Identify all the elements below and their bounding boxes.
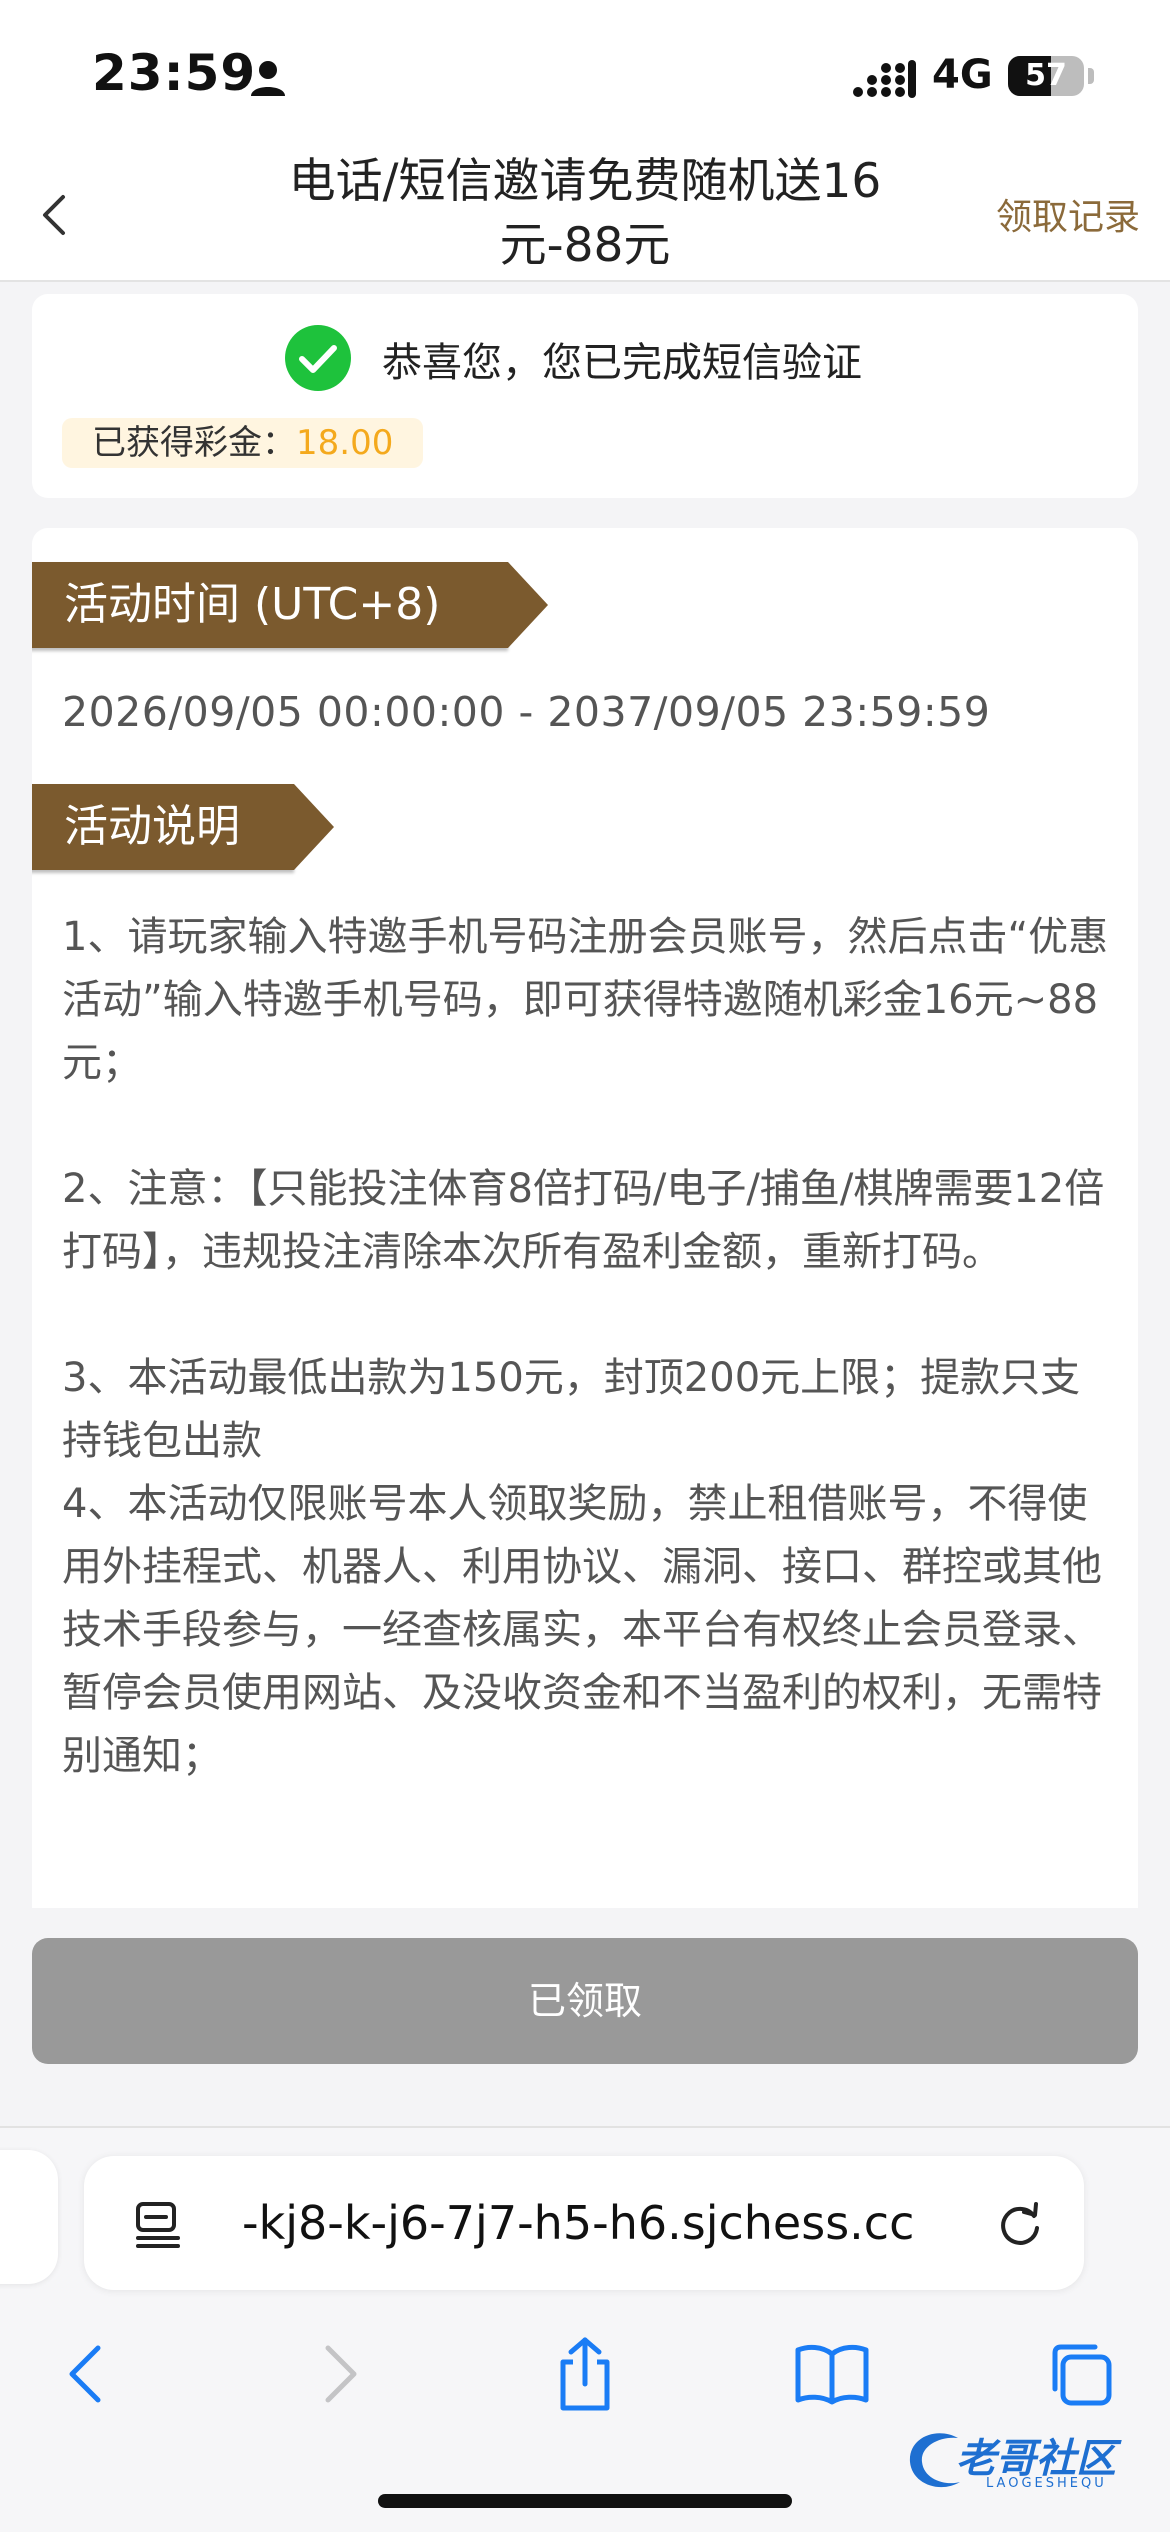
status-bar: 23:59 4G 57 xyxy=(0,0,1170,150)
battery-nub xyxy=(1088,68,1094,84)
status-time: 23:59 xyxy=(92,44,257,102)
url-text[interactable]: -kj8-k-j6-7j7-h5-h6.sjchess.cc xyxy=(242,2196,1042,2250)
chevron-left-icon xyxy=(69,2345,101,2403)
signal-icon xyxy=(853,60,916,98)
person-icon xyxy=(251,61,285,96)
claim-bar: 已领取 xyxy=(0,1908,1170,2128)
verification-card: 恭喜您，您已完成短信验证 已获得彩金：18.00 xyxy=(32,294,1138,498)
claimed-button[interactable]: 已领取 xyxy=(32,1938,1138,2064)
browser-toolbar xyxy=(0,2318,1170,2428)
bonus-badge: 已获得彩金：18.00 xyxy=(62,418,424,468)
browser-forward-button[interactable] xyxy=(300,2334,380,2414)
activity-rules: 1、请玩家输入特邀手机号码注册会员账号，然后点击“优惠活动”输入特邀手机号码，即… xyxy=(62,906,1118,1788)
page-title-line2: 元-88元 xyxy=(499,218,671,273)
bonus-value: 18.00 xyxy=(296,423,394,463)
rule-item: 2、注意：【只能投注体育8倍打码/电子/捕鱼/棋牌需要12倍打码】，违规投注清除… xyxy=(62,1166,1105,1275)
page-title-line1: 电话/短信邀请免费随机送16 xyxy=(288,154,882,209)
back-button[interactable] xyxy=(24,180,84,250)
battery-icon: 57 xyxy=(1008,56,1084,96)
bookmarks-button[interactable] xyxy=(792,2334,872,2414)
claim-records-link[interactable]: 领取记录 xyxy=(996,188,1140,240)
book-icon xyxy=(795,2344,869,2405)
activity-desc-ribbon: 活动说明 xyxy=(32,784,334,870)
rule-item: 3、本活动最低出款为150元，封顶200元上限；提款只支持钱包出款 xyxy=(62,1355,1081,1464)
chevron-right-icon xyxy=(325,2345,357,2403)
battery-percent: 57 xyxy=(1025,58,1067,93)
previous-tab-peek[interactable] xyxy=(0,2150,58,2284)
address-bar[interactable]: -kj8-k-j6-7j7-h5-h6.sjchess.cc xyxy=(84,2156,1084,2290)
reload-icon[interactable] xyxy=(994,2198,1046,2250)
bonus-label: 已获得彩金： xyxy=(92,423,296,463)
watermark-subtext: LAOGESHEQU xyxy=(986,2476,1107,2491)
tabs-button[interactable] xyxy=(1040,2334,1120,2414)
community-watermark-logo: 老哥社区 LAOGESHEQU xyxy=(906,2424,1156,2494)
check-circle-icon xyxy=(285,325,351,391)
chevron-left-icon xyxy=(43,195,65,235)
rule-item: 4、本活动仅限账号本人领取奖励，禁止租借账号，不得使用外挂程式、机器人、利用协议… xyxy=(62,1481,1102,1779)
page-menu-icon[interactable] xyxy=(134,2198,186,2250)
tabs-icon xyxy=(1052,2344,1112,2406)
share-button[interactable] xyxy=(545,2334,625,2414)
activity-time-range: 2026/09/05 00:00:00 - 2037/09/05 23:59:5… xyxy=(62,688,991,736)
browser-back-button[interactable] xyxy=(46,2334,126,2414)
rule-item: 1、请玩家输入特邀手机号码注册会员账号，然后点击“优惠活动”输入特邀手机号码，即… xyxy=(62,914,1109,1086)
activity-time-ribbon: 活动时间 (UTC+8) xyxy=(32,562,548,648)
network-type: 4G xyxy=(932,52,993,98)
verification-message: 恭喜您，您已完成短信验证 xyxy=(382,340,862,386)
activity-card: 活动时间 (UTC+8) 2026/09/05 00:00:00 - 2037/… xyxy=(32,528,1138,1908)
home-indicator xyxy=(378,2494,792,2508)
share-icon xyxy=(560,2337,610,2411)
page-title: 电话/短信邀请免费随机送16 元-88元 xyxy=(240,150,930,278)
nav-header: 电话/短信邀请免费随机送16 元-88元 领取记录 xyxy=(0,150,1170,282)
